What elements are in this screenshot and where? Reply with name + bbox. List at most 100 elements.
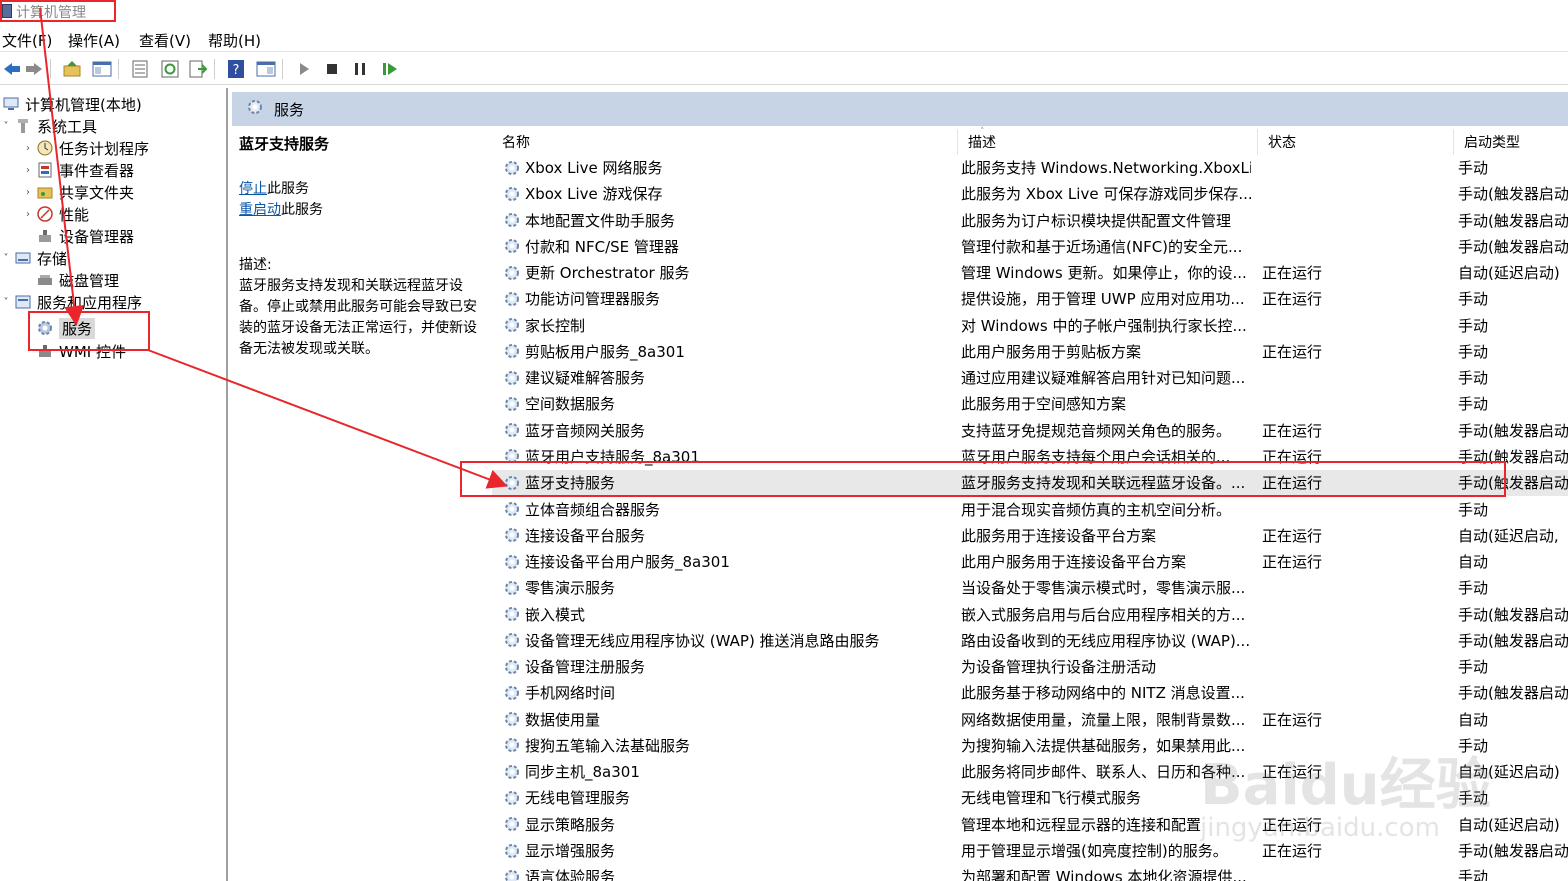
table-row[interactable]: 连接设备平台用户服务_8a301 此用户服务用于连接设备平台方案 正在运行 自动 xyxy=(492,549,1568,575)
table-row[interactable]: 立体音频组合器服务 用于混合现实音频仿真的主机空间分析。 手动 xyxy=(492,497,1568,523)
restart-service-icon[interactable] xyxy=(378,57,402,81)
properties-icon[interactable] xyxy=(128,57,152,81)
restart-service-link[interactable]: 重启动 xyxy=(239,202,281,218)
table-row[interactable]: 连接设备平台服务 此服务用于连接设备平台方案 正在运行 自动(延迟启动, xyxy=(492,523,1568,549)
chevron-down-icon[interactable]: ˅ xyxy=(0,297,12,308)
up-folder-icon[interactable] xyxy=(60,57,84,81)
column-header-name[interactable]: 名称 ˄ xyxy=(492,127,985,155)
tree-label: 任务计划程序 xyxy=(59,139,150,158)
service-startup-type: 手动 xyxy=(1458,868,1489,881)
service-startup-type: 自动(延迟启动) xyxy=(1458,815,1560,834)
tree-item-computer-management[interactable]: 计算机管理(本地) xyxy=(0,93,142,115)
column-status-label: 状态 xyxy=(1268,135,1296,151)
header-title: 服务 xyxy=(274,100,305,119)
tree-item-storage[interactable]: ˅ 存储 xyxy=(0,247,68,269)
service-name: 建议疑难解答服务 xyxy=(525,369,646,388)
show-hide-tree-icon[interactable] xyxy=(90,57,114,81)
tree-item-shared-folders[interactable]: › 共享文件夹 xyxy=(22,181,134,203)
tree-item-services-and-applications[interactable]: ˅ 服务和应用程序 xyxy=(0,291,143,313)
table-row[interactable]: 空间数据服务 此服务用于空间感知方案 手动 xyxy=(492,391,1568,417)
tree-item-task-scheduler[interactable]: › 任务计划程序 xyxy=(22,137,149,159)
gear-icon xyxy=(502,867,522,881)
table-row[interactable]: 数据使用量 网络数据使用量，流量上限，限制背景数... 正在运行 自动 xyxy=(492,707,1568,733)
table-row[interactable]: 蓝牙音频网关服务 支持蓝牙免提规范音频网关角色的服务。 正在运行 手动(触发器启动 xyxy=(492,418,1568,444)
service-name-cell: 蓝牙用户支持服务_8a301 xyxy=(502,446,942,467)
table-row[interactable]: 本地配置文件助手服务 此服务为订户标识模块提供配置文件管理 手动(触发器启动 xyxy=(492,208,1568,234)
chevron-down-icon[interactable]: ˅ xyxy=(0,253,12,264)
gear-icon xyxy=(36,319,54,337)
services-header-bar: 服务 xyxy=(232,92,1568,126)
service-desc: 为搜狗输入法提供基础服务，如果禁用此... xyxy=(961,736,1246,755)
column-header-startup[interactable]: 启动类型 xyxy=(1454,129,1568,155)
chevron-right-icon[interactable]: › xyxy=(22,143,34,154)
table-row[interactable]: Xbox Live 游戏保存 此服务为 Xbox Live 可保存游戏同步保存..… xyxy=(492,181,1568,207)
table-row[interactable]: 功能访问管理器服务 提供设施，用于管理 UWP 应用对应用功... 正在运行 手动 xyxy=(492,286,1568,312)
column-header-desc[interactable]: 描述 xyxy=(958,129,1258,155)
restart-suffix: 此服务 xyxy=(281,202,323,218)
tree-item-services[interactable]: 服务 xyxy=(34,317,96,339)
table-row[interactable]: 显示策略服务 管理本地和远程显示器的连接和配置 正在运行 自动(延迟启动) xyxy=(492,812,1568,838)
menu-help[interactable]: 帮助(H) xyxy=(208,30,261,51)
chevron-down-icon[interactable]: ˅ xyxy=(0,121,12,132)
tree-item-device-manager[interactable]: 设备管理器 xyxy=(34,225,134,247)
service-name-cell: 设备管理无线应用程序协议 (WAP) 推送消息路由服务 xyxy=(502,630,942,651)
service-desc: 此服务为订户标识模块提供配置文件管理 xyxy=(961,211,1232,230)
table-row[interactable]: 更新 Orchestrator 服务 管理 Windows 更新。如果停止，你的设… xyxy=(492,260,1568,286)
service-status: 正在运行 xyxy=(1262,763,1323,782)
service-name: 同步主机_8a301 xyxy=(525,763,640,782)
tree-label: 系统工具 xyxy=(37,117,98,136)
service-name: 空间数据服务 xyxy=(525,395,616,414)
service-desc: 蓝牙用户服务支持每个用户会话相关的... xyxy=(961,447,1231,466)
service-desc: 用于混合现实音频仿真的主机空间分析。 xyxy=(961,500,1232,519)
tree-item-event-viewer[interactable]: › 事件查看器 xyxy=(22,159,134,181)
service-description: 蓝牙服务支持发现和关联远程蓝牙设备。停止或禁用此服务可能会导致已安装的蓝牙设备无… xyxy=(239,278,477,357)
performance-icon xyxy=(36,205,54,223)
table-row[interactable]: 搜狗五笔输入法基础服务 为搜狗输入法提供基础服务，如果禁用此... 手动 xyxy=(492,733,1568,759)
tree-item-performance[interactable]: › 性能 xyxy=(22,203,89,225)
column-header-status[interactable]: 状态 xyxy=(1258,129,1454,155)
stop-service-link[interactable]: 停止 xyxy=(239,181,267,197)
table-row[interactable]: 剪贴板用户服务_8a301 此用户服务用于剪贴板方案 正在运行 手动 xyxy=(492,339,1568,365)
chevron-right-icon[interactable]: › xyxy=(22,187,34,198)
table-row[interactable]: 设备管理注册服务 为设备管理执行设备注册活动 手动 xyxy=(492,654,1568,680)
table-row[interactable]: 显示增强服务 用于管理显示增强(如亮度控制)的服务。 正在运行 手动(触发器启动 xyxy=(492,838,1568,864)
chevron-right-icon[interactable]: › xyxy=(22,209,34,220)
column-name-label: 名称 xyxy=(502,135,530,151)
forward-icon[interactable] xyxy=(22,57,46,81)
show-hide-action-pane-icon[interactable] xyxy=(254,57,278,81)
chevron-right-icon[interactable]: › xyxy=(22,165,34,176)
table-row[interactable]: 建议疑难解答服务 通过应用建议疑难解答启用针对已知问题... 手动 xyxy=(492,365,1568,391)
export-list-icon[interactable] xyxy=(186,57,210,81)
gear-icon xyxy=(502,709,522,729)
table-row[interactable]: 蓝牙用户支持服务_8a301 蓝牙用户服务支持每个用户会话相关的... 正在运行 手动… xyxy=(492,444,1568,470)
service-status: 正在运行 xyxy=(1262,526,1323,545)
table-row[interactable]: 手机网络时间 此服务基于移动网络中的 NITZ 消息设置... 手动(触发器启动 xyxy=(492,680,1568,706)
menu-file[interactable]: 文件(F) xyxy=(2,30,52,51)
table-row[interactable]: Xbox Live 网络服务 此服务支持 Windows.Networking.X… xyxy=(492,155,1568,181)
service-desc: 提供设施，用于管理 UWP 应用对应用功... xyxy=(961,290,1245,309)
gear-icon xyxy=(502,184,522,204)
stop-service-icon[interactable] xyxy=(320,57,344,81)
tree-item-wmi-control[interactable]: WMI 控件 xyxy=(34,340,126,362)
service-name: 连接设备平台服务 xyxy=(525,526,646,545)
table-row[interactable]: 付款和 NFC/SE 管理器 管理付款和基于近场通信(NFC)的安全元... 手动(… xyxy=(492,234,1568,260)
table-row[interactable]: 家长控制 对 Windows 中的子帐户强制执行家长控... 手动 xyxy=(492,313,1568,339)
table-row[interactable]: 无线电管理服务 无线电管理和飞行模式服务 手动 xyxy=(492,785,1568,811)
table-row[interactable]: 语言体验服务 为部署和配置 Windows 本地化资源提供... 手动 xyxy=(492,864,1568,881)
tree-item-system-tools[interactable]: ˅ 系统工具 xyxy=(0,115,98,137)
service-name: 更新 Orchestrator 服务 xyxy=(525,264,690,283)
menu-view[interactable]: 查看(V) xyxy=(139,30,191,51)
service-status: 正在运行 xyxy=(1262,342,1323,361)
table-row[interactable]: 同步主机_8a301 此服务将同步邮件、联系人、日历和各种... 正在运行 自动(延迟… xyxy=(492,759,1568,785)
tree-item-disk-management[interactable]: 磁盘管理 xyxy=(34,269,119,291)
help-icon[interactable]: ? xyxy=(224,57,248,81)
pause-service-icon[interactable] xyxy=(348,57,372,81)
start-service-icon[interactable] xyxy=(292,57,316,81)
table-row[interactable]: 设备管理无线应用程序协议 (WAP) 推送消息路由服务 路由设备收到的无线应用程序… xyxy=(492,628,1568,654)
table-row[interactable]: 蓝牙支持服务 蓝牙服务支持发现和关联远程蓝牙设备。... 正在运行 手动(触发器启动 xyxy=(492,470,1568,497)
back-icon[interactable] xyxy=(0,57,24,81)
refresh-icon[interactable] xyxy=(158,57,182,81)
table-row[interactable]: 零售演示服务 当设备处于零售演示模式时，零售演示服... 手动 xyxy=(492,575,1568,601)
menu-action[interactable]: 操作(A) xyxy=(68,30,120,51)
table-row[interactable]: 嵌入模式 嵌入式服务启用与后台应用程序相关的方... 手动(触发器启动 xyxy=(492,602,1568,628)
